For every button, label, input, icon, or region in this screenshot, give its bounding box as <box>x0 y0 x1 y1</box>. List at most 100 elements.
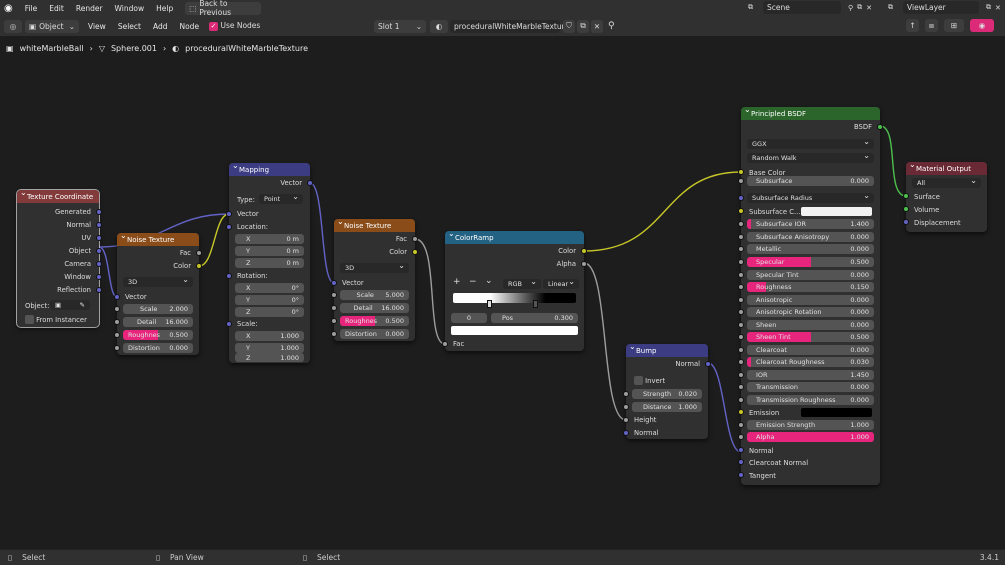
socket[interactable] <box>738 384 744 390</box>
socket[interactable] <box>738 195 744 201</box>
socket[interactable] <box>623 391 629 397</box>
stop-index-field[interactable]: 0 <box>451 313 487 323</box>
socket[interactable] <box>738 178 744 184</box>
emission-color-swatch[interactable] <box>801 408 872 417</box>
delete-viewlayer-icon[interactable]: ✕ <box>995 4 1001 12</box>
scene-icon[interactable]: ⧉ <box>748 3 753 12</box>
distance-field[interactable]: Distance 1.000 <box>632 402 702 412</box>
socket[interactable] <box>412 236 418 242</box>
subsurface-method-dropdown[interactable]: Random Walk <box>747 151 874 163</box>
socket[interactable] <box>738 459 744 465</box>
viewlayer-field[interactable]: ViewLayer <box>903 1 980 14</box>
socket[interactable] <box>226 321 232 327</box>
menu-add[interactable]: Add <box>147 22 174 31</box>
dimension-dropdown[interactable]: 3D <box>340 261 409 273</box>
overlay-dropdown[interactable]: ◉ <box>970 19 994 32</box>
node-material-output[interactable]: Material Output All Surface Volume Displ… <box>903 160 987 232</box>
scene-field[interactable]: Scene <box>763 1 841 14</box>
socket[interactable] <box>738 434 744 440</box>
add-stop-icon[interactable]: + <box>453 277 461 287</box>
fake-user-button[interactable]: ⛉ <box>563 19 575 33</box>
roughness-field[interactable]: Roughnes 0.500 <box>123 330 193 340</box>
socket[interactable] <box>196 250 202 256</box>
socket[interactable] <box>226 211 232 217</box>
field-sheen-tint[interactable]: Sheen Tint 0.500 <box>747 332 874 342</box>
field-anisotropic[interactable]: Anisotropic 0.000 <box>747 295 874 305</box>
socket[interactable] <box>738 447 744 453</box>
menu-help[interactable]: Help <box>150 4 179 13</box>
blender-logo-icon[interactable]: ◉ <box>4 3 13 14</box>
object-type-dropdown[interactable]: ▣ Object ⌄ <box>25 19 79 33</box>
location-x-field[interactable]: X0 m <box>235 234 304 244</box>
node-noise-texture-2[interactable]: Noise Texture Fac Color 3D Vector Scale5… <box>331 217 418 341</box>
menu-render[interactable]: Render <box>70 4 109 13</box>
socket[interactable] <box>738 409 744 415</box>
snap-button[interactable]: ⧈ <box>925 19 938 32</box>
socket[interactable] <box>738 234 744 240</box>
socket[interactable] <box>738 334 744 340</box>
socket[interactable] <box>738 309 744 315</box>
node-header[interactable]: Mapping <box>229 161 310 176</box>
stop-handle-black[interactable] <box>533 300 538 308</box>
invert-checkbox[interactable]: Invert <box>626 375 708 386</box>
scale-z-field[interactable]: Z 1.000 <box>235 353 304 362</box>
socket[interactable] <box>307 180 313 186</box>
editor-type-button[interactable]: ◎ <box>4 19 22 33</box>
type-dropdown[interactable]: Point <box>259 192 303 204</box>
remove-stop-icon[interactable]: − <box>469 277 477 287</box>
detail-field[interactable]: Detail 16.000 <box>123 317 193 327</box>
node-colorramp[interactable]: ColorRamp Color Alpha + − ⌄ RGB Linear 0… <box>442 229 587 351</box>
stop-position-field[interactable]: Pos 0.300 <box>491 313 578 323</box>
socket[interactable] <box>114 306 120 312</box>
field-clearcoat-roughness[interactable]: Clearcoat Roughness 0.030 <box>747 357 874 367</box>
field-specular[interactable]: Specular 0.500 <box>747 257 874 267</box>
node-texture-coordinate[interactable]: Texture Coordinate Generated Normal UV O… <box>16 188 102 328</box>
dimension-dropdown[interactable]: 3D <box>123 275 193 287</box>
node-noise-texture-1[interactable]: Noise Texture Fac Color 3D Vector Scale2… <box>114 231 202 355</box>
field-anisotropic-rotation[interactable]: Anisotropic Rotation 0.000 <box>747 307 874 317</box>
socket[interactable] <box>196 263 202 269</box>
detail-field[interactable]: Detail 16.000 <box>340 303 409 313</box>
from-instancer-checkbox[interactable]: From Instancer <box>17 314 99 325</box>
socket[interactable] <box>331 331 337 337</box>
roughness-field[interactable]: Roughnes 0.500 <box>340 316 409 326</box>
socket[interactable] <box>738 422 744 428</box>
distribution-dropdown[interactable]: GGX <box>747 137 874 149</box>
socket[interactable] <box>738 372 744 378</box>
socket[interactable] <box>623 430 629 436</box>
field-subsurface[interactable]: Subsurface 0.000 <box>747 176 874 186</box>
distortion-field[interactable]: Distortion 0.000 <box>340 329 409 339</box>
rotation-x-field[interactable]: X 0° <box>235 283 304 293</box>
material-name-field[interactable]: proceduralWhiteMarbleTexture <box>450 19 569 33</box>
object-field[interactable]: ▣ ✎ <box>50 300 90 310</box>
node-header[interactable]: Noise Texture <box>334 217 415 232</box>
node-header[interactable]: Principled BSDF <box>741 105 880 120</box>
socket[interactable] <box>331 305 337 311</box>
new-scene-icon[interactable]: ⧉ <box>857 3 862 12</box>
socket[interactable] <box>877 124 883 130</box>
socket[interactable] <box>738 397 744 403</box>
socket[interactable] <box>96 274 102 280</box>
overlay-button[interactable]: ⊞ <box>944 19 964 32</box>
color-mode-dropdown[interactable]: RGB <box>503 277 541 289</box>
socket[interactable] <box>114 319 120 325</box>
socket[interactable] <box>96 261 102 267</box>
socket[interactable] <box>412 249 418 255</box>
delete-scene-icon[interactable]: ✕ <box>866 4 872 12</box>
socket[interactable] <box>738 347 744 353</box>
socket[interactable] <box>738 246 744 252</box>
socket[interactable] <box>738 297 744 303</box>
viewlayer-icon[interactable]: ⧉ <box>888 3 893 12</box>
field-ior[interactable]: IOR 1.450 <box>747 370 874 380</box>
node-header[interactable]: Noise Texture <box>117 231 199 246</box>
socket[interactable] <box>738 272 744 278</box>
target-dropdown[interactable]: All <box>912 176 981 188</box>
socket[interactable] <box>903 206 909 212</box>
socket[interactable] <box>738 284 744 290</box>
node-principled-bsdf[interactable]: Principled BSDF BSDF GGX Random Walk Bas… <box>738 105 883 485</box>
socket[interactable] <box>623 417 629 423</box>
field-metallic[interactable]: Metallic 0.000 <box>747 244 874 254</box>
socket[interactable] <box>331 318 337 324</box>
rotation-z-field[interactable]: Z 0° <box>235 307 304 317</box>
menu-window[interactable]: Window <box>109 4 151 13</box>
